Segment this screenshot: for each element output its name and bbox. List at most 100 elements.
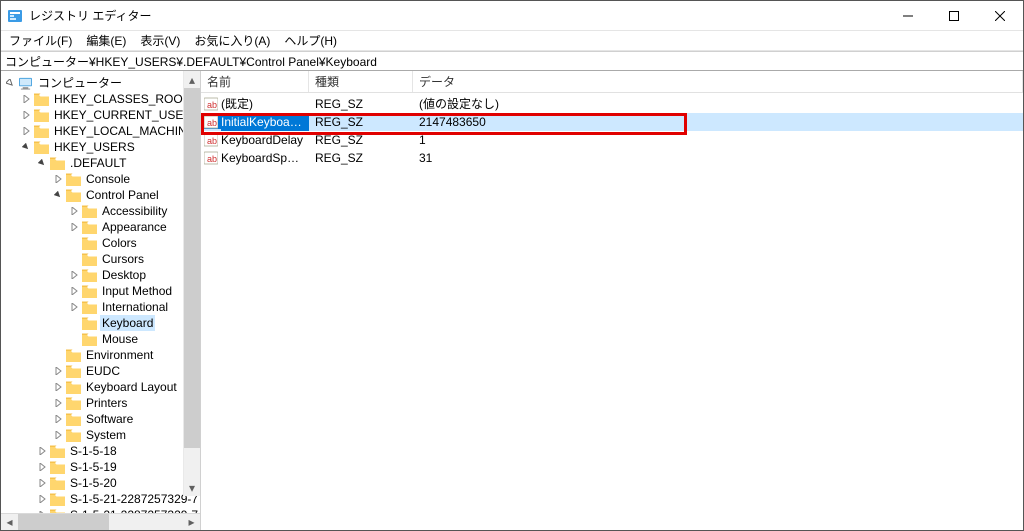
- folder-icon: [49, 155, 65, 171]
- svg-text:ab: ab: [207, 100, 217, 110]
- app-icon: [7, 8, 23, 24]
- computer-icon: [17, 75, 33, 91]
- expand-icon[interactable]: [67, 204, 81, 218]
- expand-icon[interactable]: [35, 492, 49, 506]
- tree-node-sid[interactable]: S-1-5-19: [68, 459, 119, 475]
- maximize-button[interactable]: [931, 1, 977, 30]
- tree-node-sid[interactable]: S-1-5-20: [68, 475, 119, 491]
- value-row[interactable]: ab InitialKeyboardIn... REG_SZ 214748365…: [201, 113, 1023, 131]
- title-bar: レジストリ エディター: [1, 1, 1023, 31]
- folder-icon: [65, 411, 81, 427]
- expand-icon[interactable]: [51, 428, 65, 442]
- scroll-thumb[interactable]: [184, 88, 200, 448]
- tree-node-input-method[interactable]: Input Method: [100, 283, 174, 299]
- expand-icon[interactable]: [51, 380, 65, 394]
- tree-node-accessibility[interactable]: Accessibility: [100, 203, 169, 219]
- tree-node-hku[interactable]: HKEY_USERS: [52, 139, 137, 155]
- registry-tree[interactable]: コンピューター HKEY_CLASSES_ROOT HKEY_CURRENT_U…: [1, 75, 200, 513]
- menu-edit[interactable]: 編集(E): [80, 31, 134, 50]
- expand-icon[interactable]: [51, 172, 65, 186]
- menu-file[interactable]: ファイル(F): [3, 31, 80, 50]
- expand-icon[interactable]: [67, 300, 81, 314]
- folder-icon: [33, 139, 49, 155]
- scroll-thumb[interactable]: [18, 514, 109, 530]
- expand-icon[interactable]: [35, 444, 49, 458]
- folder-icon: [49, 475, 65, 491]
- value-type: REG_SZ: [309, 131, 413, 149]
- tree-node-hklm[interactable]: HKEY_LOCAL_MACHINE: [52, 123, 197, 139]
- folder-icon: [81, 299, 97, 315]
- value-row[interactable]: ab (既定) REG_SZ (値の設定なし): [201, 95, 1023, 113]
- tree-node-keyboard[interactable]: Keyboard: [100, 315, 155, 331]
- tree-node-control-panel[interactable]: Control Panel: [84, 187, 161, 203]
- tree-node-sid[interactable]: S-1-5-21-2287257329-7: [68, 507, 200, 513]
- collapse-icon[interactable]: [35, 156, 49, 170]
- value-name: InitialKeyboardIn...: [221, 113, 309, 131]
- folder-icon: [49, 491, 65, 507]
- svg-text:ab: ab: [207, 136, 217, 146]
- expand-icon[interactable]: [19, 124, 33, 138]
- expand-icon[interactable]: [51, 364, 65, 378]
- tree-node-keyboard-layout[interactable]: Keyboard Layout: [84, 379, 179, 395]
- expand-icon[interactable]: [51, 412, 65, 426]
- expand-icon[interactable]: [19, 92, 33, 106]
- expand-icon[interactable]: [35, 460, 49, 474]
- tree-node-system[interactable]: System: [84, 427, 128, 443]
- value-data: 1: [413, 131, 1023, 149]
- expand-icon[interactable]: [67, 284, 81, 298]
- value-row[interactable]: ab KeyboardDelay REG_SZ 1: [201, 131, 1023, 149]
- tree-node-computer[interactable]: コンピューター: [36, 75, 124, 91]
- column-data[interactable]: データ: [413, 71, 1023, 92]
- value-row[interactable]: ab KeyboardSpeed REG_SZ 31: [201, 149, 1023, 167]
- tree-node-eudc[interactable]: EUDC: [84, 363, 122, 379]
- menu-favorites[interactable]: お気に入り(A): [188, 31, 278, 50]
- expand-icon[interactable]: [35, 508, 49, 513]
- tree-node-colors[interactable]: Colors: [100, 235, 139, 251]
- folder-icon: [81, 315, 97, 331]
- expand-icon[interactable]: [51, 396, 65, 410]
- menu-view[interactable]: 表示(V): [134, 31, 188, 50]
- scroll-up-icon[interactable]: ▴: [184, 71, 200, 88]
- folder-icon: [33, 91, 49, 107]
- folder-icon: [81, 283, 97, 299]
- tree-node-software[interactable]: Software: [84, 411, 135, 427]
- scroll-down-icon[interactable]: ▾: [184, 479, 200, 496]
- tree-node-desktop[interactable]: Desktop: [100, 267, 148, 283]
- tree-node-environment[interactable]: Environment: [84, 347, 155, 363]
- close-button[interactable]: [977, 1, 1023, 30]
- value-name: KeyboardDelay: [221, 131, 309, 149]
- minimize-button[interactable]: [885, 1, 931, 30]
- scroll-right-icon[interactable]: ▸: [183, 514, 200, 530]
- tree-node-default[interactable]: .DEFAULT: [68, 155, 128, 171]
- tree-node-printers[interactable]: Printers: [84, 395, 129, 411]
- column-type[interactable]: 種類: [309, 71, 413, 92]
- tree-node-hkcu[interactable]: HKEY_CURRENT_USER: [52, 107, 194, 123]
- value-data: (値の設定なし): [413, 95, 1023, 113]
- address-path: コンピューター¥HKEY_USERS¥.DEFAULT¥Control Pane…: [5, 53, 1019, 70]
- scroll-left-icon[interactable]: ◂: [1, 514, 18, 530]
- values-list[interactable]: ab (既定) REG_SZ (値の設定なし) ab InitialKeyboa…: [201, 93, 1023, 530]
- tree-node-mouse[interactable]: Mouse: [100, 331, 140, 347]
- tree-node-sid[interactable]: S-1-5-21-2287257329-7: [68, 491, 200, 507]
- tree-node-international[interactable]: International: [100, 299, 170, 315]
- tree-node-cursors[interactable]: Cursors: [100, 251, 146, 267]
- folder-icon: [49, 443, 65, 459]
- tree-node-console[interactable]: Console: [84, 171, 132, 187]
- menu-help[interactable]: ヘルプ(H): [278, 31, 345, 50]
- expand-icon[interactable]: [67, 268, 81, 282]
- tree-horizontal-scrollbar[interactable]: ◂ ▸: [1, 513, 200, 530]
- value-data: 31: [413, 149, 1023, 167]
- tree-node-sid[interactable]: S-1-5-18: [68, 443, 119, 459]
- tree-node-hkcr[interactable]: HKEY_CLASSES_ROOT: [52, 91, 192, 107]
- collapse-icon[interactable]: [51, 188, 65, 202]
- tree-node-appearance[interactable]: Appearance: [100, 219, 169, 235]
- tree-vertical-scrollbar[interactable]: ▴ ▾: [183, 71, 200, 496]
- expand-icon[interactable]: [35, 476, 49, 490]
- string-value-icon: ab: [201, 115, 221, 129]
- expand-icon[interactable]: [67, 220, 81, 234]
- column-name[interactable]: 名前: [201, 71, 309, 92]
- collapse-icon[interactable]: [19, 140, 33, 154]
- expand-icon[interactable]: [19, 108, 33, 122]
- address-bar[interactable]: コンピューター¥HKEY_USERS¥.DEFAULT¥Control Pane…: [1, 51, 1023, 71]
- expand-icon[interactable]: [3, 76, 17, 90]
